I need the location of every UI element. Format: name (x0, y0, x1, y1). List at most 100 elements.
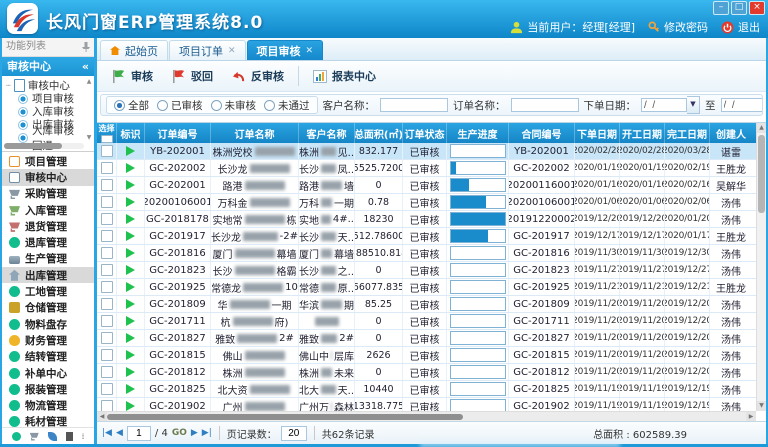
cart-icon[interactable] (30, 432, 39, 441)
row-checkbox[interactable] (101, 264, 113, 276)
table-row[interactable]: GC-202001路港路港墙0已审核202001160012020/01/162… (97, 177, 756, 194)
radio-未审核[interactable]: 未审核 (211, 98, 257, 113)
table-row[interactable]: GC-201827雅致2#雅致2#0已审核GC-2018272019/11/20… (97, 330, 756, 347)
tab-起始页[interactable]: 起始页 (100, 40, 168, 60)
table-row[interactable]: GC-201902广州广州万森林13318.775已审核GC-201902201… (97, 398, 756, 411)
sidebar-section-header[interactable]: 审核中心 « (2, 57, 94, 76)
pin-icon[interactable] (82, 42, 90, 52)
customer-name-input[interactable] (380, 98, 448, 112)
table-row[interactable]: GC-201711杭府)0已审核GC-2017112019/11/202019/… (97, 313, 756, 330)
minimize-button[interactable]: – (713, 1, 729, 15)
sidebar-item-财务管理[interactable]: 财务管理 (2, 332, 94, 348)
table-row[interactable]: GC-201925常德龙10常德原..266077.835..已审核GC-201… (97, 279, 756, 296)
horizontal-scroll-thumb[interactable] (107, 414, 463, 420)
table-row[interactable]: GC-201917长沙龙-2#长沙天..8512.78600..已审核GC-20… (97, 228, 756, 245)
row-checkbox[interactable] (101, 230, 113, 242)
row-checkbox[interactable] (101, 400, 113, 411)
table-row[interactable]: GC-201809华一期华滨期85.25已审核GC-2018092019/11/… (97, 296, 756, 313)
scroll-down-icon[interactable]: ▼ (757, 401, 766, 411)
last-page-button[interactable]: ▶| (202, 428, 212, 438)
sidebar-item-结转管理[interactable]: 结转管理 (2, 349, 94, 365)
scroll-right-icon[interactable]: ▶ (746, 412, 756, 421)
toolbar-button-报表中心[interactable]: 报表中心 (305, 65, 384, 87)
row-checkbox[interactable] (101, 179, 113, 191)
sidebar-item-审核中心[interactable]: 审核中心 (2, 169, 94, 185)
change-password-button[interactable]: 修改密码 (648, 19, 708, 35)
first-page-button[interactable]: |◀ (102, 428, 112, 438)
sidebar-item-项目管理[interactable]: 项目管理 (2, 153, 94, 169)
more-icon[interactable]: ⁞ (82, 432, 85, 441)
maximize-button[interactable]: □ (731, 1, 747, 15)
logout-button[interactable]: 退出 (721, 19, 760, 35)
table-row[interactable]: GC-2018178实地常栋实地4#..18230已审核201912200022… (97, 211, 756, 228)
table-row[interactable]: GC-201812株洲株洲未来0已审核GC-2018122019/11/2020… (97, 364, 756, 381)
row-checkbox[interactable] (101, 281, 113, 293)
tree-root-audit-center[interactable]: ┄ 审核中心 (6, 78, 84, 92)
radio-已审核[interactable]: 已审核 (157, 98, 203, 113)
row-checkbox[interactable] (101, 196, 113, 208)
scroll-left-icon[interactable]: ◀ (97, 412, 107, 421)
tab-close-icon[interactable]: ✕ (306, 46, 314, 56)
go-button[interactable]: GO (172, 428, 187, 438)
sidebar-item-出库管理[interactable]: 出库管理 (2, 267, 94, 283)
sidebar-item-退库管理[interactable]: 退库管理 (2, 234, 94, 250)
horizontal-scrollbar[interactable]: ◀ ▶ (97, 411, 756, 421)
order-date-picker[interactable]: ▼ (641, 96, 700, 114)
sidebar-item-生产管理[interactable]: 生产管理 (2, 251, 94, 267)
row-checkbox[interactable] (101, 162, 113, 174)
table-row[interactable]: GC-201823长沙格霸长沙之..0已审核GC-2018232019/11/2… (97, 262, 756, 279)
sidebar-item-物料盘存[interactable]: 物料盘存 (2, 316, 94, 332)
table-row[interactable]: GC-201825北大资北大天..10440已审核GC-2018252019/1… (97, 381, 756, 398)
page-number-input[interactable] (127, 426, 151, 441)
prev-page-button[interactable]: ◀ (116, 428, 123, 438)
table-row[interactable]: GC-201816厦门幕墙厦门幕墙188510.818已审核GC-2018162… (97, 245, 756, 262)
row-checkbox[interactable] (101, 366, 113, 378)
sidebar-item-物流管理[interactable]: 物流管理 (2, 397, 94, 413)
next-page-button[interactable]: ▶ (191, 428, 198, 438)
sidebar-item-采购管理[interactable]: 采购管理 (2, 186, 94, 202)
vertical-scrollbar[interactable]: ▲ ▼ (756, 123, 766, 411)
book-icon[interactable] (66, 432, 73, 441)
tab-项目订单[interactable]: 项目订单✕ (169, 40, 246, 60)
column-header-选择[interactable]: 选择 (97, 123, 117, 143)
row-checkbox[interactable] (101, 349, 113, 361)
sidebar-item-工地管理[interactable]: 工地管理 (2, 283, 94, 299)
collapse-icon[interactable]: « (82, 57, 89, 76)
close-button[interactable]: × (749, 1, 765, 15)
tab-close-icon[interactable]: ✕ (228, 46, 236, 56)
tab-项目审核[interactable]: 项目审核✕ (247, 40, 324, 60)
tree-vertical-scrollbar[interactable]: ▲▼ (85, 78, 93, 141)
toolbar-button-审核[interactable]: 审核 (103, 65, 161, 87)
sidebar-item-退货管理[interactable]: 退货管理 (2, 218, 94, 234)
table-row[interactable]: YB-202001株洲党校株洲见..832.177已审核YB-202001202… (97, 143, 756, 160)
row-checkbox[interactable] (101, 332, 113, 344)
table-row[interactable]: GC-202002长沙龙长沙凤..65525.7200..已审核GC-20200… (97, 160, 756, 177)
page-size-input[interactable] (281, 426, 307, 441)
vertical-scroll-thumb[interactable] (758, 135, 765, 213)
toolbar-button-驳回[interactable]: 驳回 (163, 65, 221, 87)
row-checkbox[interactable] (101, 213, 113, 225)
sidebar-item-仓储管理[interactable]: 仓储管理 (2, 300, 94, 316)
tree-horizontal-scrollbar[interactable] (4, 143, 84, 149)
row-checkbox[interactable] (101, 383, 113, 395)
sidebar-item-补单中心[interactable]: 补单中心 (2, 365, 94, 381)
table-row[interactable]: GC-201815佛山佛山中层库2626已审核GC-2018152019/11/… (97, 347, 756, 364)
row-checkbox[interactable] (101, 315, 113, 327)
toolbar-button-反审核[interactable]: 反审核 (223, 65, 292, 87)
sidebar-item-入库管理[interactable]: 入库管理 (2, 202, 94, 218)
dot-icon[interactable] (12, 432, 21, 441)
order-name-input[interactable] (511, 98, 579, 112)
scroll-up-icon[interactable]: ▲ (757, 123, 766, 133)
sidebar-item-耗材管理[interactable]: 耗材管理 (2, 414, 94, 427)
tree-expander-icon[interactable]: ┄ (6, 81, 11, 90)
row-checkbox[interactable] (101, 145, 113, 157)
table-row[interactable]: 20200106001万科金万科一期0.78已审核202001060012020… (97, 194, 756, 211)
row-checkbox[interactable] (101, 298, 113, 310)
select-all-checkbox[interactable] (101, 135, 113, 143)
leaf-icon[interactable] (48, 432, 57, 441)
row-checkbox[interactable] (101, 247, 113, 259)
calendar-dropdown-icon[interactable]: ▼ (687, 96, 700, 114)
radio-全部[interactable]: 全部 (114, 98, 149, 113)
sidebar-item-报装管理[interactable]: 报装管理 (2, 381, 94, 397)
radio-未通过[interactable]: 未通过 (264, 98, 310, 113)
